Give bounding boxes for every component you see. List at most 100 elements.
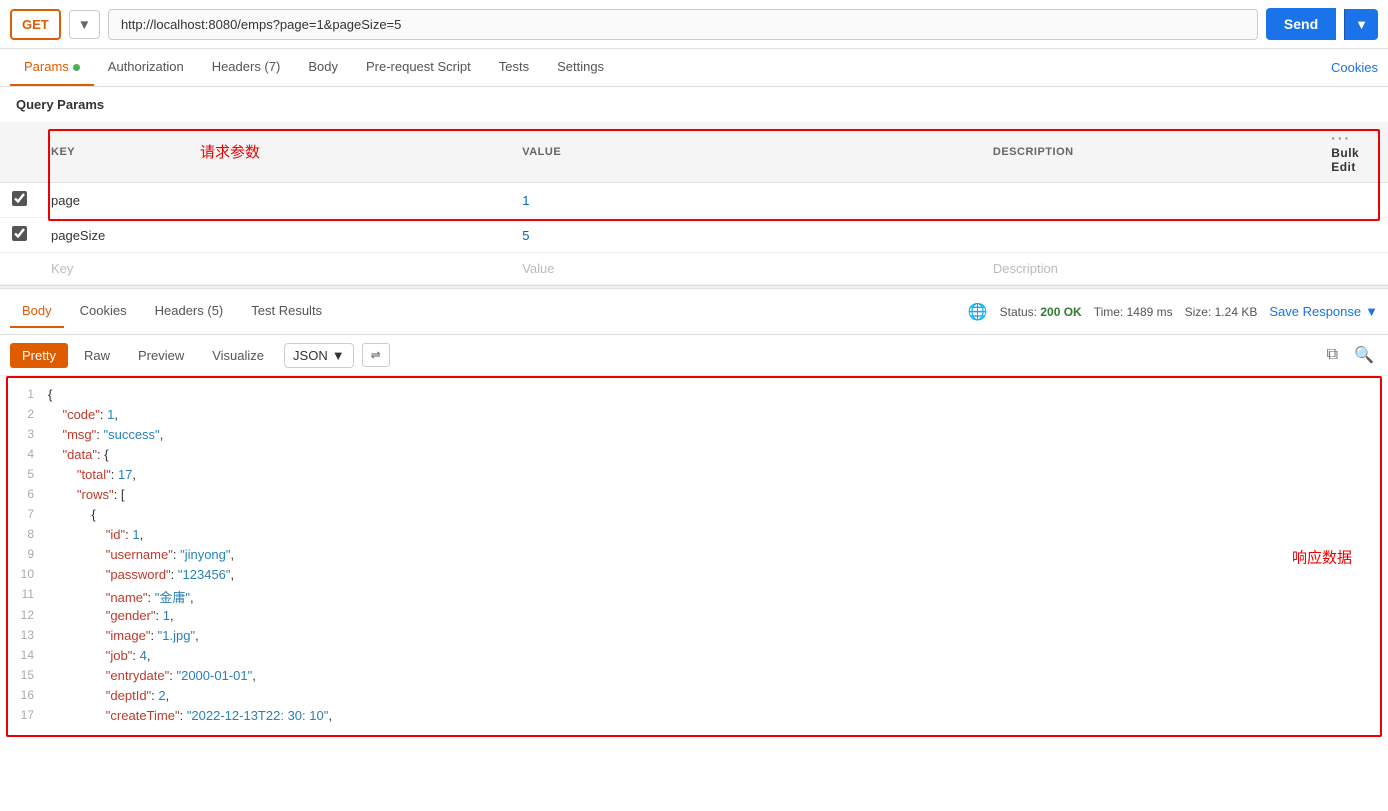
line-number: 9 [8,547,48,561]
code-line: 7 { [8,506,1380,526]
line-content: "msg": "success", [48,427,1380,442]
row1-key: page [51,193,80,208]
line-number: 4 [8,447,48,461]
code-line: 5 "total": 17, [8,466,1380,486]
empty-key-placeholder: Key [51,261,73,276]
line-number: 2 [8,407,48,421]
line-content: "deptId": 2, [48,688,1380,703]
method-label: GET [22,17,49,32]
format-select[interactable]: JSON ▼ [284,343,354,368]
line-number: 10 [8,567,48,581]
line-number: 15 [8,668,48,682]
line-content: "id": 1, [48,527,1380,542]
empty-checkbox-cell [0,253,39,285]
tab-body[interactable]: Body [294,49,352,86]
row1-actions-cell [1319,183,1388,218]
empty-value-cell[interactable]: Value [510,253,981,285]
resp-tab-test-results[interactable]: Test Results [239,295,334,328]
code-line: 14 "job": 4, [8,647,1380,667]
bulk-edit-button[interactable]: Bulk Edit [1331,146,1359,174]
format-bar: Pretty Raw Preview Visualize JSON ▼ ⇌ ⧉ … [0,335,1388,376]
fmt-tab-pretty[interactable]: Pretty [10,343,68,368]
line-content: "code": 1, [48,407,1380,422]
line-number: 14 [8,648,48,662]
line-content: "rows": [ [48,487,1380,502]
search-button[interactable]: 🔍 [1350,341,1378,369]
cookies-link[interactable]: Cookies [1331,50,1378,85]
line-number: 17 [8,708,48,722]
line-number: 6 [8,487,48,501]
line-content: "entrydate": "2000-01-01", [48,668,1380,683]
status-label: Status: 200 OK [1000,305,1082,319]
code-line: 4 "data": { [8,446,1380,466]
line-number: 8 [8,527,48,541]
response-tabs-bar: Body Cookies Headers (5) Test Results 🌐 … [0,289,1388,335]
copy-icon: ⧉ [1327,346,1338,363]
response-size: Size: 1.24 KB [1185,305,1258,319]
resp-tab-cookies[interactable]: Cookies [68,295,139,328]
wrap-icon: ⇌ [371,348,381,362]
tab-params[interactable]: Params [10,49,94,86]
th-value: VALUE [510,122,981,183]
send-button[interactable]: Send [1266,8,1336,40]
line-number: 7 [8,507,48,521]
tab-headers[interactable]: Headers (7) [198,49,295,86]
row2-key: pageSize [51,228,105,243]
save-response-button[interactable]: Save Response ▼ [1269,304,1378,319]
row1-checkbox[interactable] [12,191,27,206]
line-number: 11 [8,587,48,601]
copy-button[interactable]: ⧉ [1323,342,1342,368]
row2-value: 5 [522,228,529,243]
line-number: 13 [8,628,48,642]
line-content: "data": { [48,447,1380,462]
tab-tests[interactable]: Tests [485,49,543,86]
line-number: 12 [8,608,48,622]
table-row: pageSize 5 [0,218,1388,253]
code-line: 8 "id": 1, [8,526,1380,546]
code-container: 1{2 "code": 1,3 "msg": "success",4 "data… [6,376,1382,737]
line-content: "job": 4, [48,648,1380,663]
line-content: "name": "金庸", [48,587,1380,606]
empty-key-cell[interactable]: Key [39,253,510,285]
tab-authorization[interactable]: Authorization [94,49,198,86]
line-content: "gender": 1, [48,608,1380,623]
code-line: 11 "name": "金庸", [8,586,1380,607]
row1-value-cell: 1 [510,183,981,218]
format-select-arrow: ▼ [332,348,345,363]
more-options-icon[interactable]: ··· [1331,130,1351,146]
empty-desc-placeholder: Description [993,261,1058,276]
params-active-dot [73,64,80,71]
th-description: DESCRIPTION [981,122,1319,183]
resp-tab-body[interactable]: Body [10,295,64,328]
row1-checkbox-cell [0,183,39,218]
row1-value: 1 [522,193,529,208]
url-input[interactable] [108,9,1258,40]
fmt-tab-visualize[interactable]: Visualize [200,343,276,368]
fmt-tab-raw[interactable]: Raw [72,343,122,368]
send-dropdown-button[interactable]: ▼ [1344,9,1378,40]
empty-desc-cell[interactable]: Description [981,253,1319,285]
response-time: Time: 1489 ms [1094,305,1173,319]
method-dropdown[interactable]: ▼ [69,10,100,39]
tab-pre-request[interactable]: Pre-request Script [352,49,485,86]
code-line: 13 "image": "1.jpg", [8,627,1380,647]
top-bar: GET ▼ Send ▼ [0,0,1388,49]
fmt-tab-preview[interactable]: Preview [126,343,196,368]
row2-actions-cell [1319,218,1388,253]
th-checkbox [0,122,39,183]
line-content: { [48,387,1380,402]
request-tabs-bar: Params Authorization Headers (7) Body Pr… [0,49,1388,87]
tab-settings[interactable]: Settings [543,49,618,86]
code-line: 16 "deptId": 2, [8,687,1380,707]
code-line: 3 "msg": "success", [8,426,1380,446]
method-button[interactable]: GET [10,9,61,40]
row2-checkbox[interactable] [12,226,27,241]
row1-desc-cell [981,183,1319,218]
row1-key-cell: page [39,183,510,218]
resp-tab-headers[interactable]: Headers (5) [143,295,236,328]
row2-key-cell: pageSize [39,218,510,253]
line-number: 3 [8,427,48,441]
th-actions: ··· Bulk Edit [1319,122,1388,183]
table-row: page 1 [0,183,1388,218]
wrap-button[interactable]: ⇌ [362,343,390,367]
